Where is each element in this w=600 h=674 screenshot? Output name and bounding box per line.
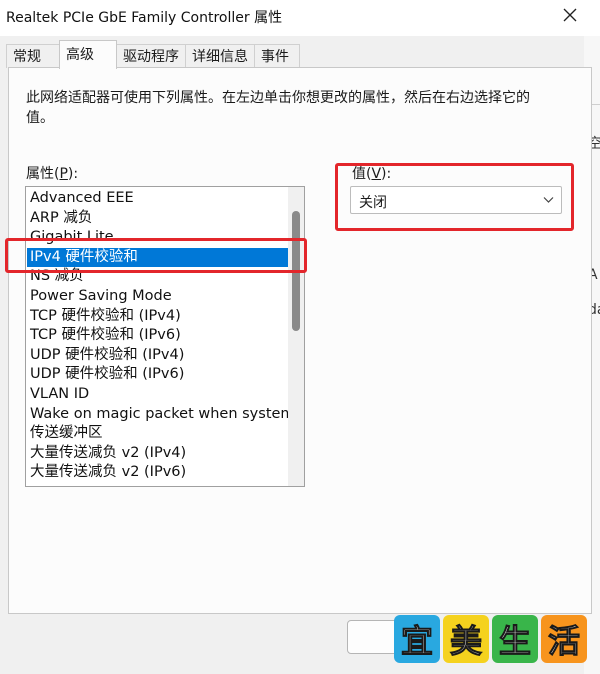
watermark-char: 美 [449, 622, 482, 661]
window-title: Realtek PCIe GbE Family Controller 属性 [6, 10, 283, 26]
description-text: 此网络适配器可使用下列属性。在左边单击你想更改的属性，然后在右边选择它的值。 [26, 90, 530, 126]
list-item[interactable]: Advanced EEE [27, 189, 289, 209]
tab-details[interactable]: 详细信息 [185, 44, 255, 68]
list-item[interactable]: UDP 硬件校验和 (IPv4) [27, 346, 289, 366]
property-label-accesskey: P [59, 166, 68, 182]
watermark-tile: 宜 [394, 615, 440, 663]
tab-general[interactable]: 常规 [6, 44, 60, 68]
list-item[interactable]: UDP 硬件校验和 (IPv6) [27, 365, 289, 385]
list-item[interactable]: 大量传送减负 v2 (IPv6) [27, 463, 289, 483]
watermark-tile: 美 [443, 615, 489, 663]
property-label-suffix: ): [67, 166, 79, 182]
list-item[interactable]: Power Saving Mode [27, 287, 289, 307]
list-item[interactable]: ARP 减负 [27, 209, 289, 229]
close-icon [563, 8, 577, 22]
highlight-box-value [335, 163, 574, 231]
tab-advanced[interactable]: 高级 [59, 40, 117, 69]
watermark-logo: 宜 美 生 活 [392, 613, 588, 665]
property-label: 属性(P): [26, 163, 78, 183]
property-list: Advanced EEE ARP 减负 Gigabit Lite IPv4 硬件校验和… [27, 189, 289, 483]
list-item[interactable]: 传送缓冲区 [27, 424, 289, 444]
watermark-tile: 生 [492, 615, 538, 663]
watermark-char: 宜 [400, 622, 433, 661]
watermark-tile: 活 [541, 615, 587, 663]
property-listbox[interactable]: Advanced EEE ARP 减负 Gigabit Lite IPv4 硬件校验和… [25, 186, 305, 487]
tab-driver[interactable]: 驱动程序 [116, 44, 186, 68]
close-button[interactable] [540, 0, 600, 30]
list-item[interactable]: TCP 硬件校验和 (IPv4) [27, 307, 289, 327]
tab-strip: 常规 高级 驱动程序 详细信息 事件 [0, 40, 600, 69]
property-label-prefix: 属性( [26, 166, 60, 182]
highlight-box-ipv4 [5, 238, 307, 273]
list-item[interactable]: 大量传送减负 v2 (IPv4) [27, 444, 289, 464]
watermark-char: 活 [547, 622, 580, 661]
watermark-char: 生 [498, 622, 531, 661]
tab-events[interactable]: 事件 [254, 44, 300, 68]
list-item[interactable]: TCP 硬件校验和 (IPv6) [27, 326, 289, 346]
list-scrollbar[interactable] [288, 187, 304, 486]
list-item[interactable]: Wake on magic packet when system [27, 405, 289, 425]
title-bar: Realtek PCIe GbE Family Controller 属性 [0, 0, 600, 36]
list-item[interactable]: VLAN ID [27, 385, 289, 405]
